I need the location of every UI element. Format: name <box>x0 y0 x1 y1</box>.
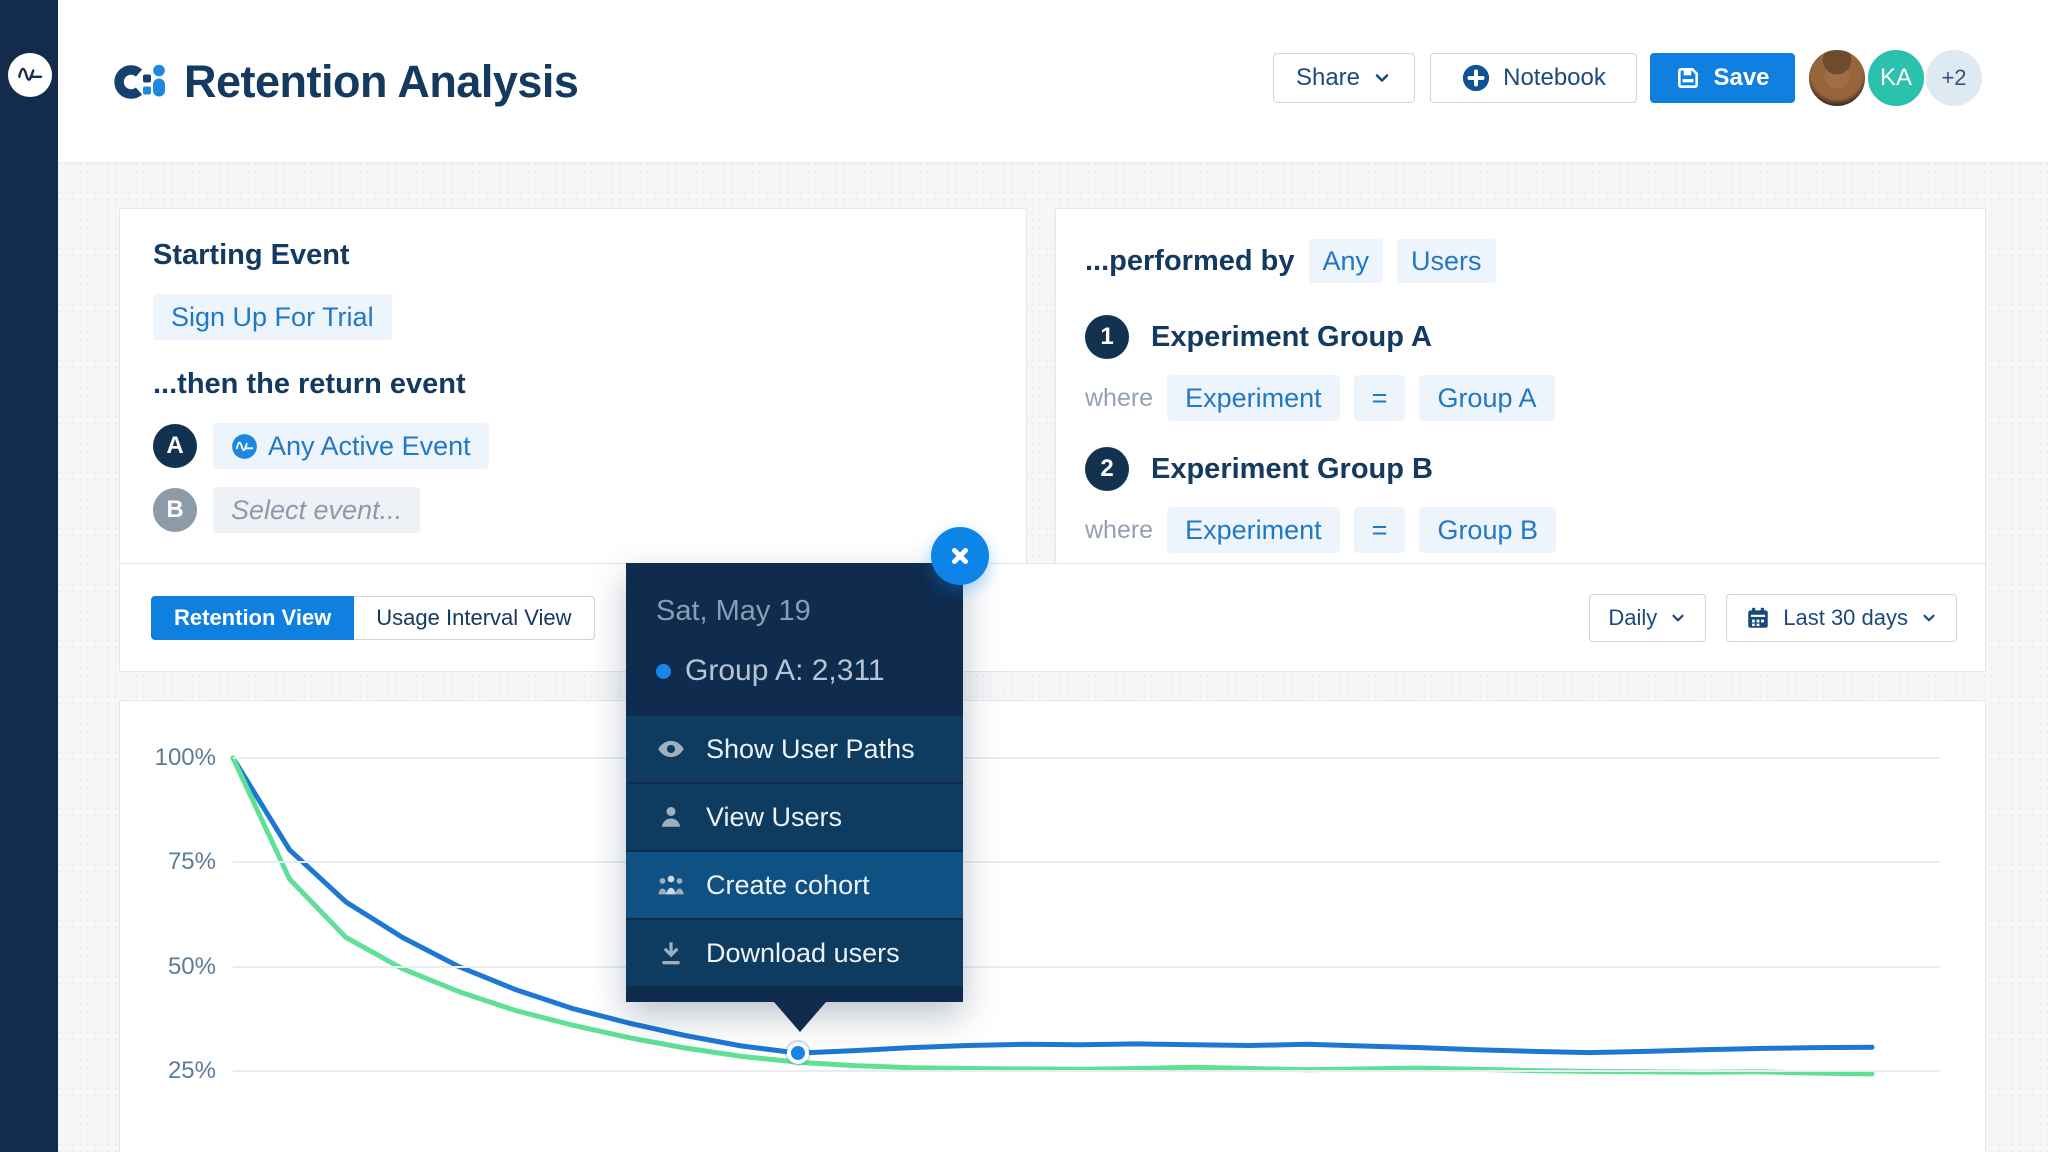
experiment-group-row: 2 Experiment Group B <box>1085 447 1985 491</box>
tab-retention-view[interactable]: Retention View <box>151 596 354 640</box>
save-floppy-icon <box>1675 65 1701 91</box>
where-value-chip[interactable]: Group A <box>1419 375 1554 421</box>
return-event-row-b: B Select event... <box>153 487 1026 533</box>
date-range-value: Last 30 days <box>1783 605 1908 631</box>
tooltip-date: Sat, May 19 <box>656 595 933 628</box>
tab-usage-interval-view[interactable]: Usage Interval View <box>354 596 594 640</box>
where-property-chip[interactable]: Experiment <box>1167 375 1340 421</box>
share-label: Share <box>1296 64 1360 92</box>
plus-circle-icon <box>1461 63 1491 93</box>
performed-by-any-chip[interactable]: Any <box>1309 239 1384 283</box>
wave-icon <box>231 433 258 460</box>
page-header: Retention Analysis Share Notebook Save <box>58 0 2048 163</box>
experiment-group-row: 1 Experiment Group A <box>1085 315 1985 359</box>
menu-item-label: Download users <box>706 938 900 969</box>
starting-event-panel: Starting Event Sign Up For Trial ...then… <box>119 208 1027 564</box>
where-clause-row: where Experiment = Group A <box>1085 375 1985 421</box>
notebook-label: Notebook <box>1503 64 1606 92</box>
chevron-down-icon <box>1372 68 1392 88</box>
view-toolbar: Retention View Usage Interval View Daily… <box>119 563 1986 672</box>
where-clause-row: where Experiment = Group B <box>1085 507 1985 553</box>
performed-by-panel: ...performed by Any Users 1 Experiment G… <box>1055 208 1986 564</box>
select-event-placeholder-chip[interactable]: Select event... <box>213 487 420 533</box>
group-number-badge: 2 <box>1085 447 1129 491</box>
performed-by-users-chip[interactable]: Users <box>1397 239 1496 283</box>
close-icon[interactable] <box>931 527 989 585</box>
performed-by-label: ...performed by <box>1085 245 1295 278</box>
menu-item-label: Create cohort <box>706 870 870 901</box>
eye-icon <box>656 734 686 764</box>
tooltip-header: Sat, May 19 Group A: 2,311 <box>626 563 963 714</box>
retention-chart-type-icon <box>112 55 168 109</box>
interval-value: Daily <box>1608 605 1657 631</box>
save-label: Save <box>1713 64 1769 92</box>
amplitude-logo-icon[interactable] <box>8 53 52 97</box>
page-title: Retention Analysis <box>184 56 578 108</box>
view-toggle: Retention View Usage Interval View <box>151 596 595 640</box>
any-active-event-chip[interactable]: Any Active Event <box>213 423 489 469</box>
download-icon <box>656 938 686 968</box>
menu-item-view-users[interactable]: View Users <box>626 784 963 850</box>
calendar-icon <box>1745 605 1771 631</box>
retention-analysis-app: Retention Analysis Share Notebook Save <box>0 0 2048 1152</box>
chevron-down-icon <box>1669 609 1687 627</box>
save-button[interactable]: Save <box>1650 53 1795 103</box>
chevron-down-icon <box>1920 609 1938 627</box>
where-value-chip[interactable]: Group B <box>1419 507 1556 553</box>
starting-event-heading: Starting Event <box>153 239 1026 272</box>
share-button[interactable]: Share <box>1273 53 1415 103</box>
avatar-initials[interactable]: KA <box>1866 48 1926 108</box>
group-number-badge: 1 <box>1085 315 1129 359</box>
where-property-chip[interactable]: Experiment <box>1167 507 1340 553</box>
group-name: Experiment Group A <box>1151 321 1432 354</box>
retention-chart-card <box>119 700 1986 1152</box>
menu-item-create-cohort[interactable]: Create cohort <box>626 852 963 918</box>
where-operator-chip[interactable]: = <box>1354 507 1406 553</box>
return-event-row-a: A Any Active Event <box>153 423 1026 469</box>
starting-event-chip[interactable]: Sign Up For Trial <box>153 294 392 340</box>
date-range-dropdown[interactable]: Last 30 days <box>1726 594 1957 642</box>
interval-dropdown[interactable]: Daily <box>1589 594 1706 642</box>
where-operator-chip[interactable]: = <box>1354 375 1406 421</box>
return-event-heading: ...then the return event <box>153 368 1026 401</box>
group-name: Experiment Group B <box>1151 453 1433 486</box>
where-label: where <box>1085 384 1153 413</box>
user-icon <box>656 802 686 832</box>
menu-item-label: View Users <box>706 802 842 833</box>
tooltip-series-value: Group A: 2,311 <box>685 654 885 688</box>
any-active-event-label: Any Active Event <box>268 431 471 462</box>
avatar-overflow-count[interactable]: +2 <box>1924 48 1984 108</box>
app-sidebar <box>0 0 58 1152</box>
avatar-photo[interactable] <box>1807 48 1867 108</box>
datapoint-tooltip: Sat, May 19 Group A: 2,311 Show User Pat… <box>626 563 963 1002</box>
wave-icon <box>15 60 45 90</box>
series-dot-icon <box>656 664 671 679</box>
event-badge-a: A <box>153 424 197 468</box>
menu-item-download-users[interactable]: Download users <box>626 920 963 986</box>
notebook-button[interactable]: Notebook <box>1430 53 1637 103</box>
where-label: where <box>1085 516 1153 545</box>
cohort-icon <box>656 870 686 900</box>
tooltip-arrow <box>774 1002 826 1032</box>
event-badge-b: B <box>153 488 197 532</box>
performed-by-row: ...performed by Any Users <box>1085 239 1985 283</box>
menu-item-show-user-paths[interactable]: Show User Paths <box>626 716 963 782</box>
menu-item-label: Show User Paths <box>706 734 915 765</box>
